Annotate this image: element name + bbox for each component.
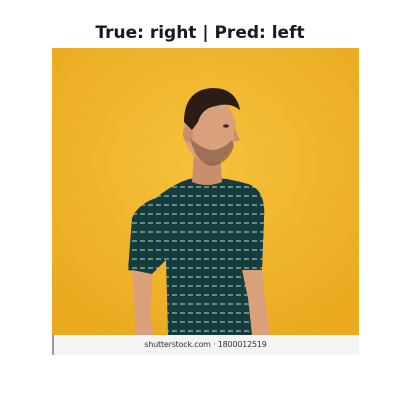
figure-title: True: right | Pred: left bbox=[95, 23, 305, 43]
stock-watermark-caption: shutterstock.com · 1800012519 bbox=[144, 340, 267, 349]
photo: shutterstock.com · 1800012519 bbox=[52, 48, 359, 355]
figure-canvas: True: right | Pred: left shutterstock.co… bbox=[0, 0, 400, 400]
eye bbox=[223, 124, 229, 128]
photo-illustration bbox=[52, 48, 359, 355]
